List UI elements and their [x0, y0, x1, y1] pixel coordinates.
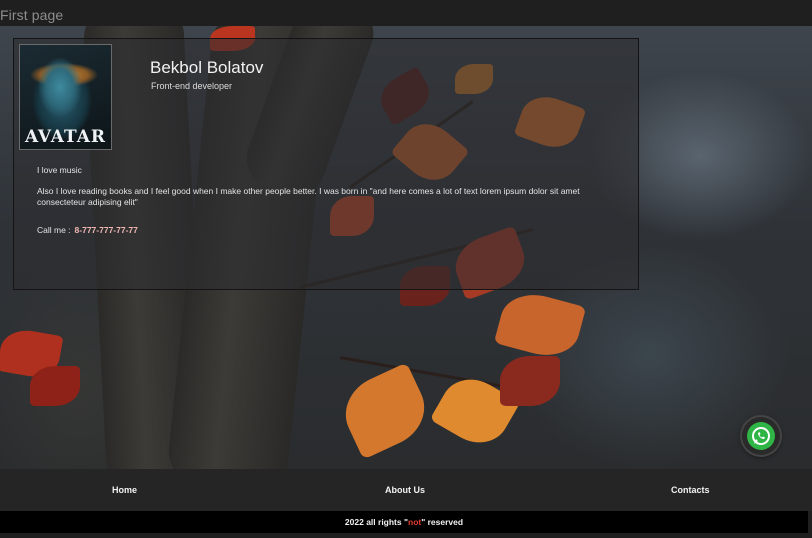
avatar-image: AVATAR — [19, 44, 112, 150]
nav-contacts[interactable]: Contacts — [671, 485, 710, 495]
profile-role: Front-end developer — [151, 81, 233, 91]
copyright-highlight: not — [408, 517, 422, 527]
whatsapp-icon — [747, 422, 775, 450]
copyright-suffix: " reserved — [421, 517, 464, 527]
whatsapp-button[interactable] — [742, 417, 780, 455]
call-label: Call me : — [37, 225, 71, 235]
phone-number[interactable]: 8-777-777-77-77 — [75, 225, 138, 235]
copyright: 2022 all rights "not" reserved — [0, 511, 808, 533]
call-me: Call me : 8-777-777-77-77 — [37, 225, 138, 235]
about-long: Also I love reading books and I feel goo… — [37, 186, 580, 207]
nav-about-us[interactable]: About Us — [385, 485, 425, 495]
copyright-prefix: 2022 all rights " — [344, 517, 409, 527]
nav-home[interactable]: Home — [112, 485, 137, 495]
footer-nav: Home About Us Contacts — [0, 469, 812, 511]
profile-card: AVATAR Bekbol Bolatov Front-end develope… — [13, 38, 639, 290]
avatar-logo: AVATAR — [24, 127, 107, 147]
about-short: I love music — [37, 165, 82, 175]
profile-name: Bekbol Bolatov — [150, 58, 264, 77]
page-title: First page — [0, 7, 64, 23]
